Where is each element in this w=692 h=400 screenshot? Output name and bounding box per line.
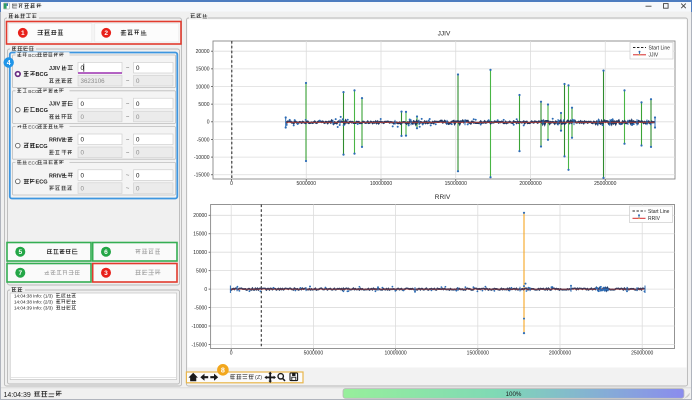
svg-text:0: 0 <box>136 101 140 108</box>
svg-text:-5000: -5000 <box>194 305 207 311</box>
svg-text:0: 0 <box>81 185 85 192</box>
svg-text:~: ~ <box>126 136 130 143</box>
svg-text:10000: 10000 <box>193 250 207 256</box>
svg-text:RRIV: RRIV <box>435 194 451 201</box>
svg-text:JJIV: JJIV <box>49 66 60 72</box>
svg-text:6: 6 <box>104 249 108 256</box>
svg-text:15000000: 15000000 <box>445 181 467 187</box>
svg-text:15000000: 15000000 <box>467 350 489 356</box>
svg-text:JJIV: JJIV <box>649 53 659 59</box>
svg-text:10000000: 10000000 <box>370 181 392 187</box>
svg-text:20000: 20000 <box>193 213 207 219</box>
svg-text:14:04:38 Info: (2/3): 14:04:38 Info: (2/3) <box>14 300 53 305</box>
svg-text:0: 0 <box>81 114 85 121</box>
svg-text:1: 1 <box>21 30 25 37</box>
svg-text:-5000: -5000 <box>197 137 210 143</box>
svg-text:-15000: -15000 <box>194 173 210 179</box>
svg-text:0: 0 <box>230 350 233 356</box>
svg-text:~: ~ <box>126 114 130 121</box>
svg-text:ECG: ECG <box>36 144 48 150</box>
svg-text:0: 0 <box>81 101 85 108</box>
svg-text:-15000: -15000 <box>192 342 208 348</box>
svg-text:JJIV: JJIV <box>438 31 451 38</box>
svg-text:5: 5 <box>18 249 22 256</box>
svg-text:BCG: BCG <box>28 53 39 59</box>
svg-text:5000000: 5000000 <box>304 350 324 356</box>
svg-text:Start Line: Start Line <box>649 45 671 51</box>
svg-text:JJIV: JJIV <box>49 102 60 108</box>
svg-text:20000000: 20000000 <box>549 350 571 356</box>
svg-text:14:04:39: 14:04:39 <box>4 392 31 399</box>
svg-text:(Z): (Z) <box>255 375 262 381</box>
svg-text:ECG: ECG <box>28 160 39 166</box>
svg-text:3: 3 <box>104 270 108 277</box>
svg-text:0: 0 <box>136 114 140 121</box>
svg-text:~: ~ <box>126 185 130 192</box>
svg-text:10000000: 10000000 <box>384 350 406 356</box>
svg-text:25000000: 25000000 <box>594 181 616 187</box>
svg-text:0: 0 <box>136 172 140 179</box>
svg-text:RRIV: RRIV <box>49 138 62 144</box>
svg-text:5000: 5000 <box>198 102 209 108</box>
svg-text:20000: 20000 <box>196 49 210 55</box>
svg-text:14:04:39 Info: (3/3): 14:04:39 Info: (3/3) <box>14 306 53 311</box>
svg-text:0: 0 <box>81 137 85 144</box>
svg-text:4: 4 <box>7 60 11 67</box>
svg-text:RRIV: RRIV <box>648 216 661 222</box>
svg-text:5000000: 5000000 <box>297 181 317 187</box>
svg-text:RRIV: RRIV <box>49 173 62 179</box>
svg-text:0: 0 <box>136 137 140 144</box>
svg-text:ECG: ECG <box>36 180 48 186</box>
svg-text:~: ~ <box>126 65 130 72</box>
svg-text:0: 0 <box>136 185 140 192</box>
svg-text:14:04:38 Info: (1/3): 14:04:38 Info: (1/3) <box>14 294 53 299</box>
svg-text:0: 0 <box>136 65 140 72</box>
svg-text:~: ~ <box>126 149 130 156</box>
svg-text:-10000: -10000 <box>192 324 208 330</box>
svg-text:0: 0 <box>136 78 140 85</box>
svg-text:25000000: 25000000 <box>631 350 653 356</box>
svg-text:ECG: ECG <box>28 125 39 131</box>
svg-text:20000000: 20000000 <box>519 181 541 187</box>
svg-text:-10000: -10000 <box>194 155 210 161</box>
svg-text:15000: 15000 <box>193 232 207 238</box>
svg-text:BCG: BCG <box>28 89 39 95</box>
svg-text:0: 0 <box>136 150 140 157</box>
svg-text:~: ~ <box>126 78 130 85</box>
svg-text:2: 2 <box>104 30 108 37</box>
svg-text:Start Line: Start Line <box>648 209 670 215</box>
svg-text:0: 0 <box>207 120 210 126</box>
svg-text:10000: 10000 <box>196 84 210 90</box>
svg-text:3623106: 3623106 <box>81 78 106 85</box>
svg-text:BCG: BCG <box>36 108 48 114</box>
svg-text:0: 0 <box>81 150 85 157</box>
svg-text:0: 0 <box>81 172 85 179</box>
svg-text:7: 7 <box>18 270 22 277</box>
svg-text:0: 0 <box>204 287 207 293</box>
svg-text:0: 0 <box>230 181 233 187</box>
svg-text:8: 8 <box>221 366 225 375</box>
svg-text:~: ~ <box>126 101 130 108</box>
svg-text:~: ~ <box>126 172 130 179</box>
svg-text:15000: 15000 <box>196 67 210 73</box>
svg-text:5000: 5000 <box>196 268 207 274</box>
svg-text:0: 0 <box>81 65 85 72</box>
svg-text:100%: 100% <box>506 391 522 398</box>
svg-text:BCG: BCG <box>36 72 48 78</box>
